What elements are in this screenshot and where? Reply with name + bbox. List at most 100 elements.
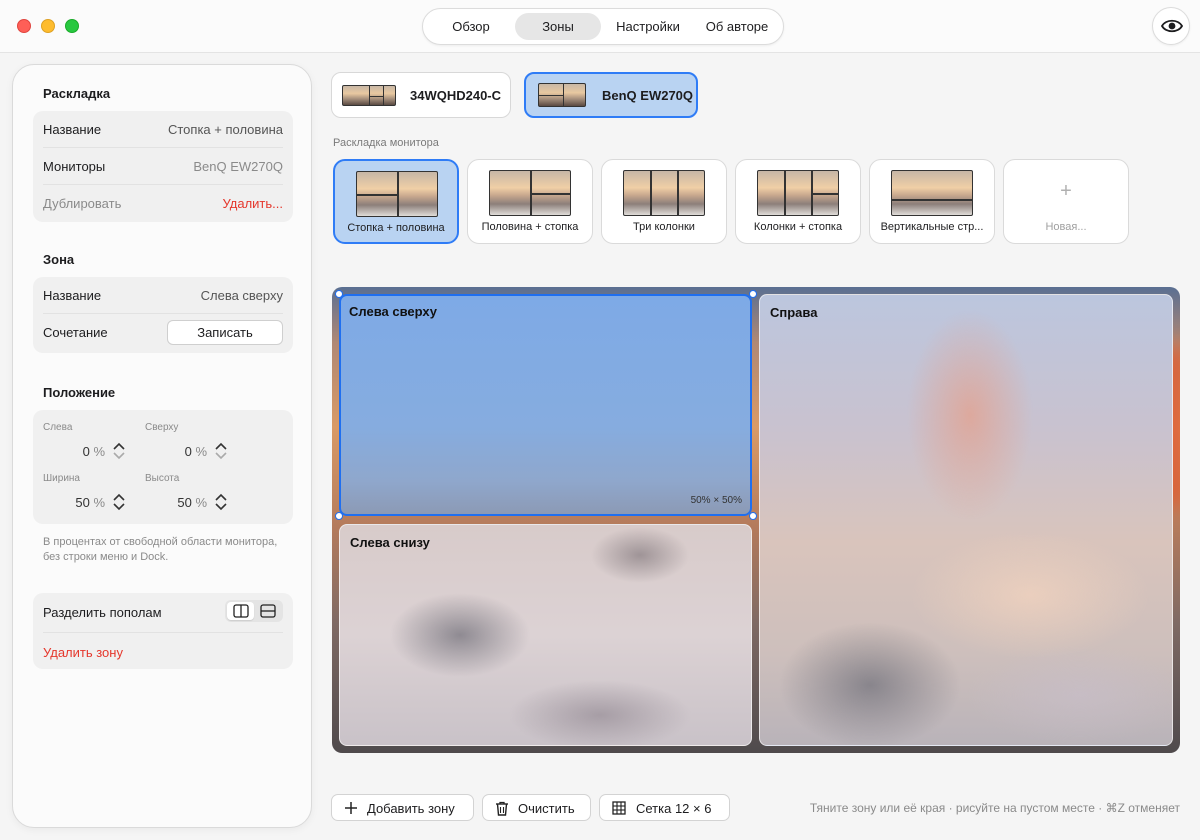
height-unit: % xyxy=(195,495,207,510)
width-value: 50 xyxy=(75,495,90,510)
tab-overview[interactable]: Обзор xyxy=(427,13,515,40)
monitor-thumbnail xyxy=(538,83,586,107)
left-value: 0 xyxy=(82,444,90,459)
layout-thumbnail xyxy=(356,171,438,217)
layout-name: Новая... xyxy=(1045,221,1087,233)
grid-icon xyxy=(612,801,626,815)
width-label: Ширина xyxy=(43,473,80,484)
height-field[interactable]: 50 % xyxy=(155,495,207,510)
monitor-chip-34wqhd240[interactable]: 34WQHD240-C xyxy=(331,72,511,118)
height-label: Высота xyxy=(145,473,180,484)
editor-hint: Тяните зону или её края · рисуйте на пус… xyxy=(809,801,1180,815)
width-field[interactable]: 50 % xyxy=(53,495,105,510)
top-label: Сверху xyxy=(145,422,179,433)
height-stepper[interactable] xyxy=(213,491,229,513)
resize-handle-top-left[interactable] xyxy=(335,290,343,298)
layout-group: Название Стопка + половина Мониторы BenQ… xyxy=(33,111,293,222)
trash-icon xyxy=(496,801,508,816)
zone-title: Справа xyxy=(770,305,818,320)
left-unit: % xyxy=(93,444,105,459)
monitor-thumbnail xyxy=(342,85,396,106)
layout-card-vertical-rows[interactable]: Вертикальные стр... xyxy=(869,159,995,244)
zone-shortcut-row: Сочетание Записать xyxy=(43,314,283,351)
plus-icon xyxy=(345,802,357,814)
width-stepper[interactable] xyxy=(111,491,127,513)
left-field[interactable]: 0 % xyxy=(53,444,105,459)
tab-bar: Обзор Зоны Настройки Об авторе xyxy=(422,8,784,45)
width-unit: % xyxy=(93,495,105,510)
top-unit: % xyxy=(195,444,207,459)
resize-handle-bottom-left[interactable] xyxy=(335,512,343,520)
position-hint: В процентах от свободной области монитор… xyxy=(43,536,278,563)
left-stepper[interactable] xyxy=(111,440,127,462)
layouts-section-title: Раскладка монитора xyxy=(333,137,439,149)
new-layout-button[interactable]: + Новая... xyxy=(1003,159,1129,244)
layout-thumbnail xyxy=(489,170,571,216)
layout-section-title: Раскладка xyxy=(43,86,111,101)
split-horizontal-button[interactable] xyxy=(254,602,281,620)
height-value: 50 xyxy=(177,495,192,510)
split-row: Разделить пополам xyxy=(43,593,283,633)
title-bar: Обзор Зоны Настройки Об авторе xyxy=(0,0,1200,53)
layout-card-columns-stack[interactable]: Колонки + стопка xyxy=(735,159,861,244)
layout-card-three-columns[interactable]: Три колонки xyxy=(601,159,727,244)
tab-zones[interactable]: Зоны xyxy=(515,13,601,40)
left-label: Слева xyxy=(43,422,73,433)
duplicate-layout-button[interactable]: Дублировать xyxy=(43,196,121,211)
split-label: Разделить пополам xyxy=(43,605,162,620)
layout-name-row[interactable]: Название Стопка + половина xyxy=(43,111,283,148)
record-shortcut-button[interactable]: Записать xyxy=(167,320,283,345)
layout-name-label: Название xyxy=(43,122,102,137)
monitor-name: BenQ EW270Q xyxy=(602,88,694,103)
add-zone-button[interactable]: Добавить зону xyxy=(331,794,474,821)
delete-zone-row: Удалить зону xyxy=(43,633,283,669)
zone-name-row[interactable]: Название Слева сверху xyxy=(43,277,283,314)
zone-title: Слева снизу xyxy=(350,535,430,550)
split-horizontal-icon xyxy=(260,604,276,618)
zone-size-label: 50% × 50% xyxy=(690,495,742,506)
layout-name: Колонки + стопка xyxy=(753,221,843,233)
tab-about[interactable]: Об авторе xyxy=(695,13,779,40)
eye-icon xyxy=(1161,19,1183,33)
top-value: 0 xyxy=(184,444,192,459)
zoom-window-button[interactable] xyxy=(65,19,79,33)
top-stepper[interactable] xyxy=(213,440,229,462)
layout-name: Половина + стопка xyxy=(481,221,579,233)
layout-thumbnail xyxy=(891,170,973,216)
layout-thumbnail xyxy=(623,170,705,216)
clear-label: Очистить xyxy=(518,801,575,816)
zone-section-title: Зона xyxy=(43,252,75,267)
resize-handle-bottom-right[interactable] xyxy=(749,512,757,520)
layout-name-value[interactable]: Стопка + половина xyxy=(168,122,283,137)
zone-top-left[interactable]: Слева сверху 50% × 50% xyxy=(339,294,752,516)
layout-name: Вертикальные стр... xyxy=(880,221,984,233)
layout-card-half-stack[interactable]: Половина + стопка xyxy=(467,159,593,244)
split-toggle xyxy=(225,600,283,622)
top-field[interactable]: 0 % xyxy=(155,444,207,459)
zone-name-value[interactable]: Слева сверху xyxy=(201,288,283,303)
position-group: Слева 0 % Сверху 0 % Ширина 50 % Высота … xyxy=(33,410,293,524)
delete-zone-button[interactable]: Удалить зону xyxy=(43,645,123,660)
inspector-sidebar: Раскладка Название Стопка + половина Мон… xyxy=(12,64,312,828)
split-vertical-button[interactable] xyxy=(227,602,254,620)
layout-monitors-value: BenQ EW270Q xyxy=(193,159,283,174)
clear-button[interactable]: Очистить xyxy=(482,794,591,821)
layout-monitors-label: Мониторы xyxy=(43,159,106,174)
minimize-window-button[interactable] xyxy=(41,19,55,33)
zone-name-label: Название xyxy=(43,288,102,303)
delete-layout-button[interactable]: Удалить... xyxy=(223,196,283,211)
close-window-button[interactable] xyxy=(17,19,31,33)
tab-settings[interactable]: Настройки xyxy=(603,13,693,40)
zone-right[interactable]: Справа xyxy=(759,294,1173,746)
grid-button[interactable]: Сетка 12 × 6 xyxy=(599,794,730,821)
layout-monitors-row: Мониторы BenQ EW270Q xyxy=(43,148,283,185)
zone-shortcut-label: Сочетание xyxy=(43,325,108,340)
monitor-chip-benq[interactable]: BenQ EW270Q xyxy=(524,72,698,118)
zone-bottom-left[interactable]: Слева снизу xyxy=(339,524,752,746)
resize-handle-top-right[interactable] xyxy=(749,290,757,298)
preview-button[interactable] xyxy=(1152,7,1190,45)
zone-title: Слева сверху xyxy=(349,304,438,319)
layout-actions-row: Дублировать Удалить... xyxy=(43,185,283,222)
layout-card-stack-half[interactable]: Стопка + половина xyxy=(333,159,459,244)
zone-editor-canvas[interactable]: Справа Слева снизу Слева сверху 50% × 50… xyxy=(332,287,1180,753)
